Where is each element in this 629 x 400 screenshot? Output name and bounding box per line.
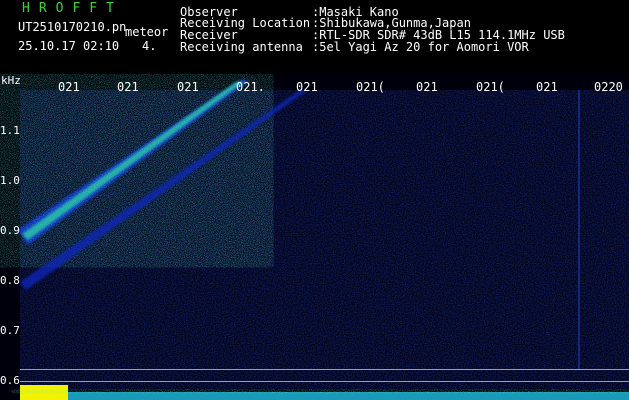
filename: UT2510170210.pn	[18, 20, 127, 34]
x-tick-1: 021	[58, 80, 80, 94]
x-tick-4: 021.	[236, 80, 265, 94]
amplitude-baseline	[68, 392, 629, 400]
y-tick-0-8: 0.8	[0, 274, 20, 287]
spectrogram-canvas	[0, 74, 629, 400]
y-tick-0-7: 0.7	[0, 324, 20, 337]
amplitude-noise	[68, 390, 629, 393]
x-tick-3: 021	[177, 80, 199, 94]
y-tick-0-6: 0.6	[0, 374, 20, 387]
counter: 4.	[142, 39, 157, 53]
amplitude-peak-bar	[20, 385, 68, 400]
x-tick-7: 021	[416, 80, 438, 94]
guide-line-upper	[20, 369, 629, 370]
waterfall-spectrogram	[0, 74, 629, 400]
x-tick-9: 021	[536, 80, 558, 94]
x-tick-10: 0220	[594, 80, 623, 94]
noise-floor	[20, 90, 629, 390]
axis-unit: kHz	[1, 74, 21, 87]
guide-line-lower	[20, 381, 629, 382]
mode-label: meteor	[125, 25, 169, 39]
y-tick-1-0: 1.0	[0, 174, 20, 187]
app-title: HROFFT	[22, 1, 123, 16]
station-value-antenna: :5el Yagi Az 20 for Aomori VOR	[312, 40, 529, 54]
x-tick-5: 021	[296, 80, 318, 94]
datetime: 25.10.17 02:10	[18, 39, 120, 53]
x-tick-8: 021(	[476, 80, 505, 94]
vertical-artifact	[578, 90, 580, 370]
x-tick-2: 021	[117, 80, 139, 94]
x-tick-6: 021(	[356, 80, 385, 94]
y-tick-0-9: 0.9	[0, 224, 20, 237]
y-tick-1-1: 1.1	[0, 124, 20, 137]
station-label-antenna: Receiving antenna	[180, 40, 303, 54]
header-panel: HROFFT UT2510170210.pn meteor 25.10.17 0…	[0, 0, 629, 74]
